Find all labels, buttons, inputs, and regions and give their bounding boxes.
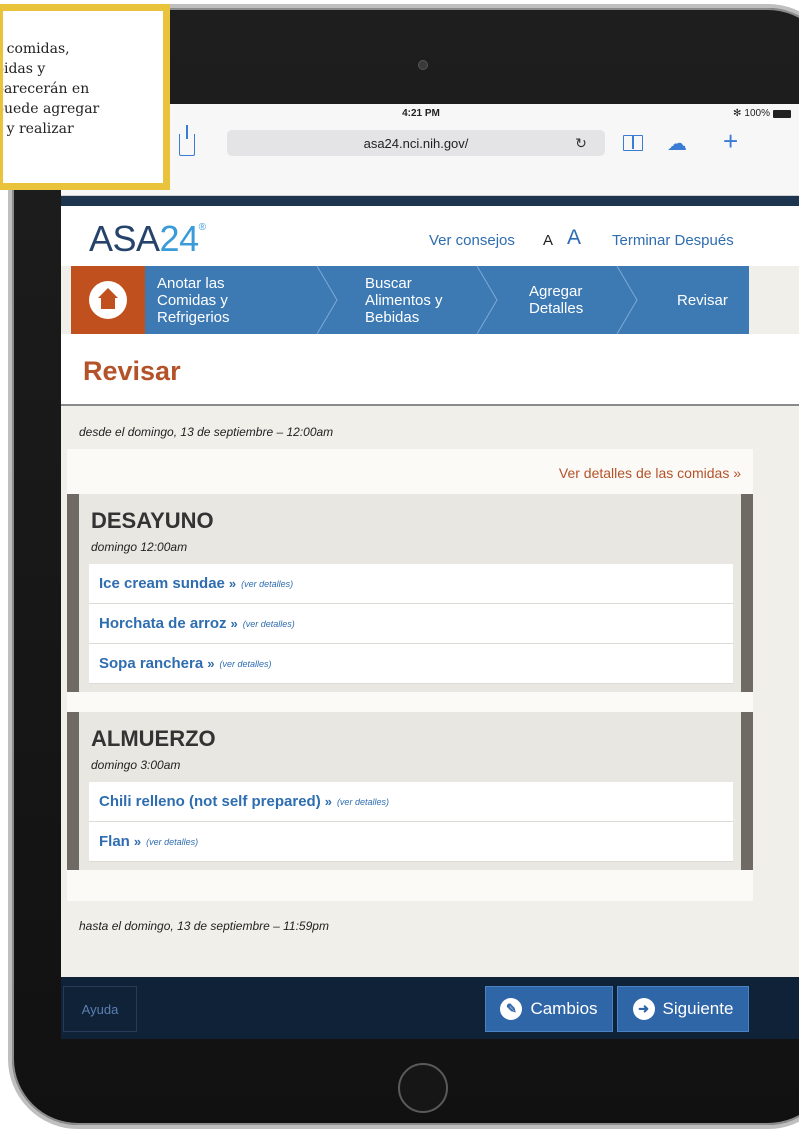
step-1-line-2: Comidas y — [157, 291, 228, 309]
view-details-link[interactable]: (ver detalles) — [219, 659, 271, 669]
step-record-meals[interactable]: Anotar las Comidas y Refrigerios — [145, 266, 339, 334]
food-name[interactable]: Ice cream sundae — [99, 575, 225, 592]
chevron-right-icon — [475, 266, 499, 334]
next-label: Siguiente — [662, 999, 734, 1018]
battery-icon — [773, 109, 791, 118]
view-details-link[interactable]: (ver detalles) — [241, 579, 293, 589]
food-list: Chili relleno (not self prepared) » (ver… — [89, 782, 733, 862]
chevron-right-icon: » — [230, 616, 238, 631]
title-area: Revisar — [61, 334, 799, 406]
home-button[interactable] — [398, 1063, 448, 1113]
food-item[interactable]: Horchata de arroz » (ver detalles) — [89, 604, 733, 644]
pencil-icon: ✎ — [500, 998, 523, 1020]
arrow-right-icon: ➜ — [632, 998, 655, 1020]
book-icon[interactable] — [623, 135, 643, 151]
range-end-text: hasta el domingo, 13 de septiembre – 11:… — [79, 919, 329, 933]
meals-panel: Ver detalles de las comidas » DESAYUNO d… — [67, 449, 753, 901]
instruction-callout: s comidas, bidas y parecerán en puede ag… — [0, 4, 170, 190]
range-start-text: desde el domingo, 13 de septiembre – 12:… — [79, 425, 334, 439]
food-item[interactable]: Chili relleno (not self prepared) » (ver… — [89, 782, 733, 822]
status-bar: 4:21 PM ✻ 100% — [61, 104, 799, 124]
browser-toolbar: asa24.nci.nih.gov/ ↻ ☁ + — [61, 124, 799, 196]
meal-card-lunch: ALMUERZO domingo 3:00am Chili relleno (n… — [67, 712, 753, 870]
address-bar[interactable]: asa24.nci.nih.gov/ — [227, 130, 605, 156]
callout-line: bidas y — [0, 61, 46, 77]
view-details-link[interactable]: (ver detalles) — [243, 619, 295, 629]
meal-title: DESAYUNO — [91, 508, 214, 533]
food-name[interactable]: Chili relleno (not self prepared) — [99, 793, 321, 810]
site-header: ASA24® Ver consejos A A Terminar Después — [61, 206, 799, 266]
tips-link[interactable]: Ver consejos — [429, 232, 515, 249]
meal-title: ALMUERZO — [91, 726, 216, 751]
chevron-right-icon: » — [228, 576, 237, 591]
page-top-stripe — [61, 196, 799, 206]
cloud-icon[interactable]: ☁ — [667, 133, 687, 153]
logo-number: 24 — [159, 218, 200, 259]
logo-registered-mark: ® — [198, 222, 206, 233]
callout-line: s y realizar — [0, 121, 74, 137]
step-review[interactable]: Revisar — [639, 266, 749, 334]
screen: 4:21 PM ✻ 100% asa24.nci.nih.gov/ ↻ ☁ + … — [61, 104, 799, 1039]
chevron-right-icon: » — [133, 834, 142, 849]
status-time: 4:21 PM — [402, 108, 440, 119]
next-button[interactable]: ➜ Siguiente — [617, 986, 749, 1032]
home-step[interactable] — [71, 266, 145, 334]
battery-percent: 100% — [744, 108, 770, 119]
meal-time: domingo 12:00am — [91, 540, 188, 554]
finish-later-link[interactable]: Terminar Después — [612, 232, 734, 249]
progress-steps: Anotar las Comidas y Refrigerios Buscar … — [71, 266, 749, 334]
food-name[interactable]: Sopa ranchera — [99, 655, 203, 672]
camera — [418, 60, 428, 70]
font-size-large-button[interactable]: A — [567, 226, 581, 250]
meal-card-breakfast: DESAYUNO domingo 12:00am Ice cream sunda… — [67, 494, 753, 692]
food-list: Ice cream sundae » (ver detalles) Horcha… — [89, 564, 733, 684]
step-1-line-1: Anotar las — [157, 274, 225, 292]
meal-time: domingo 3:00am — [91, 758, 181, 772]
callout-line: . — [3, 139, 163, 159]
reload-icon[interactable]: ↻ — [573, 136, 589, 152]
step-search-foods[interactable]: Buscar Alimentos y Bebidas — [339, 266, 499, 334]
step-3-line-2: Detalles — [529, 300, 584, 317]
callout-line: puede agregar — [0, 101, 100, 117]
bluetooth-icon: ✻ — [733, 108, 742, 119]
food-item[interactable]: Flan » (ver detalles) — [89, 822, 733, 862]
step-2-line-1: Buscar — [365, 274, 412, 292]
plus-icon[interactable]: + — [723, 128, 738, 154]
food-item[interactable]: Ice cream sundae » (ver detalles) — [89, 564, 733, 604]
help-button[interactable]: Ayuda — [63, 986, 137, 1032]
callout-line: parecerán en — [0, 81, 90, 97]
step-4-label: Revisar — [677, 291, 728, 309]
chevron-right-icon: » — [207, 656, 215, 671]
share-icon[interactable] — [179, 125, 195, 156]
view-details-link[interactable]: (ver detalles) — [337, 797, 389, 807]
chevron-right-icon — [315, 266, 339, 334]
meal-details-link[interactable]: Ver detalles de las comidas » — [559, 465, 741, 481]
food-item[interactable]: Sopa ranchera » (ver detalles) — [89, 644, 733, 684]
home-icon — [89, 281, 127, 319]
changes-button[interactable]: ✎ Cambios — [485, 986, 613, 1032]
font-size-small-button[interactable]: A — [543, 232, 553, 249]
food-name[interactable]: Flan — [99, 833, 130, 850]
bottom-action-bar: Ayuda ✎ Cambios ➜ Siguiente — [61, 977, 799, 1039]
callout-line: s comidas, — [0, 41, 70, 57]
chevron-right-icon: » — [324, 794, 332, 809]
step-2-line-2: Alimentos y — [365, 291, 443, 309]
url-text: asa24.nci.nih.gov/ — [363, 135, 469, 151]
view-details-link[interactable]: (ver detalles) — [146, 837, 198, 847]
asa24-logo: ASA24® — [89, 218, 206, 260]
battery-status: ✻ 100% — [733, 108, 791, 119]
chevron-right-icon — [615, 266, 639, 334]
food-name[interactable]: Horchata de arroz — [99, 615, 227, 632]
step-add-details[interactable]: Agregar Detalles — [499, 266, 639, 334]
step-2-line-3: Bebidas — [365, 308, 420, 326]
page-title: Revisar — [83, 356, 181, 386]
step-1-line-3: Refrigerios — [157, 308, 230, 326]
step-3-line-1: Agregar — [529, 283, 583, 300]
logo-text: ASA — [89, 218, 160, 259]
changes-label: Cambios — [530, 999, 598, 1018]
